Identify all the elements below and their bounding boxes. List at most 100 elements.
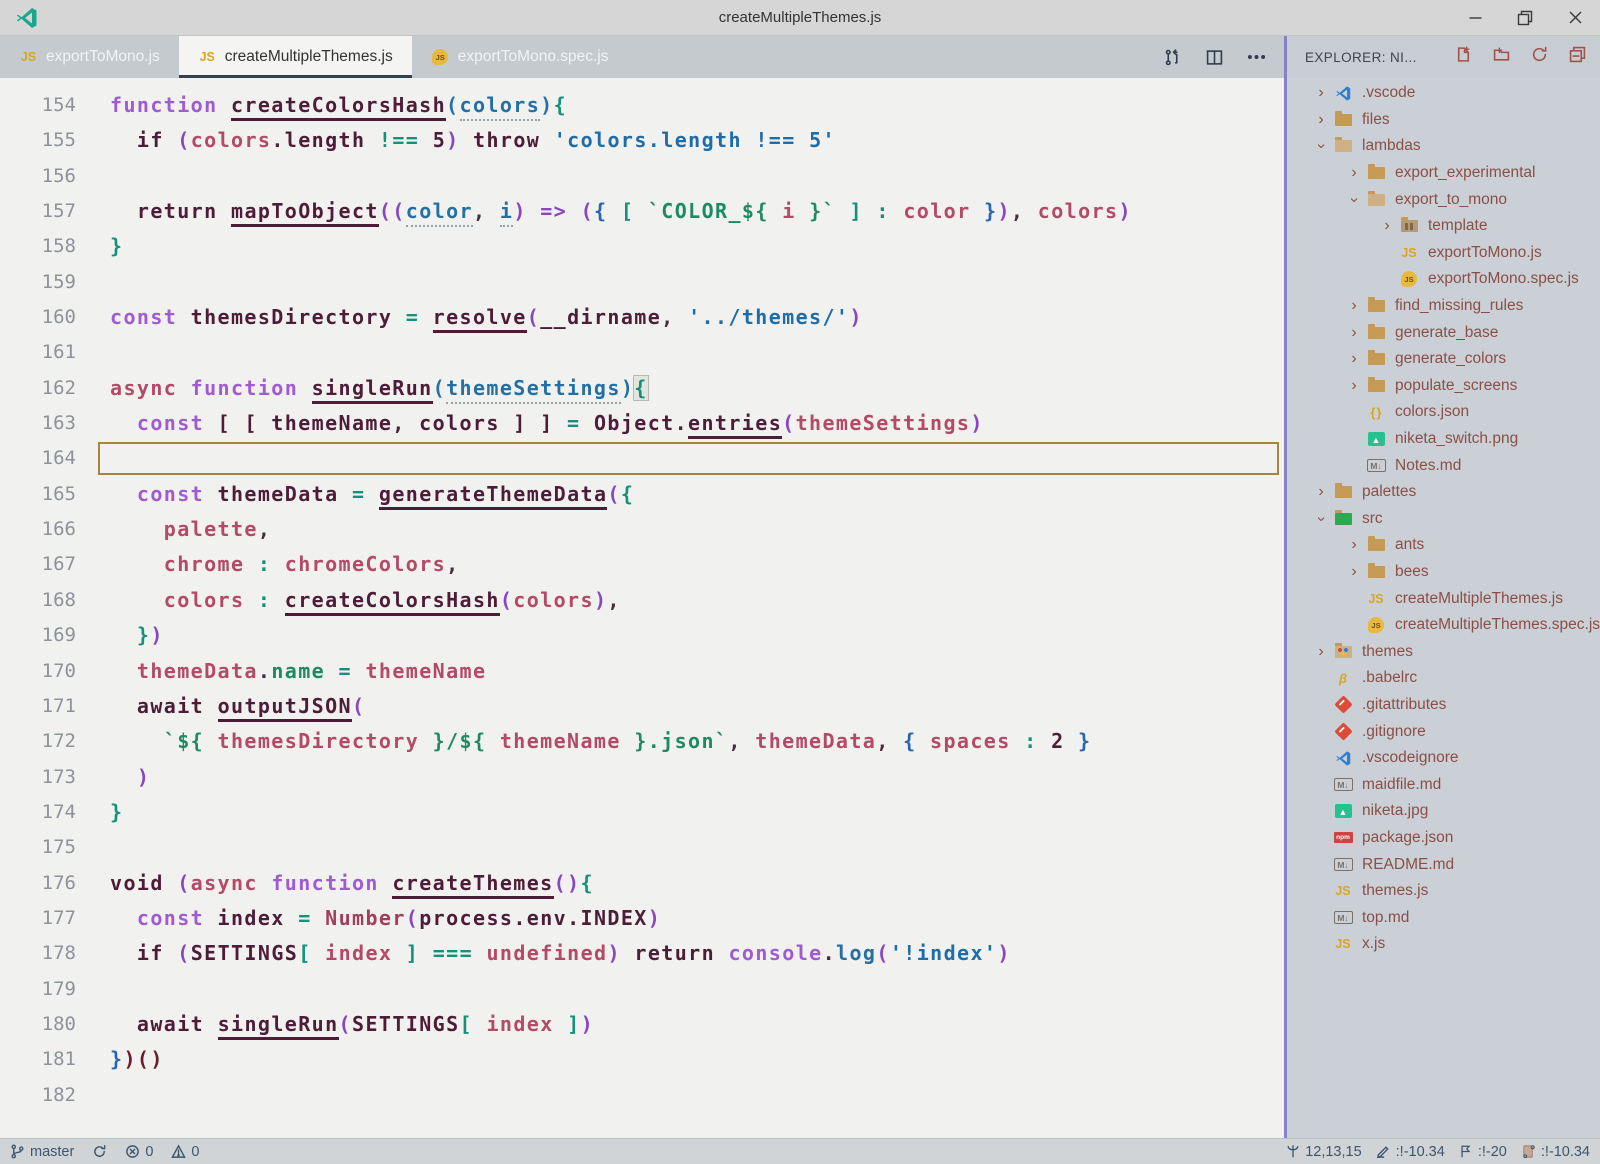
code-line-174[interactable]: 174} (0, 794, 1284, 829)
chevron-right-icon[interactable]: › (1344, 564, 1364, 580)
more-actions-button[interactable] (1242, 43, 1270, 71)
tree-item-maidfile.md[interactable]: M↓maidfile.md (1287, 771, 1600, 798)
line-number[interactable]: 166 (0, 518, 76, 540)
tree-item-README.md[interactable]: M↓README.md (1287, 851, 1600, 878)
split-editor-button[interactable] (1200, 43, 1228, 71)
tree-item-generate_colors[interactable]: ›generate_colors (1287, 346, 1600, 373)
tree-item-x.js[interactable]: JSx.js (1287, 931, 1600, 958)
status-tree[interactable]: 12,13,15 (1286, 1144, 1361, 1160)
tree-item-bees[interactable]: ›bees (1287, 559, 1600, 586)
close-button[interactable] (1550, 0, 1600, 35)
code-line-155[interactable]: 155 if (colors.length !== 5) throw 'colo… (0, 123, 1284, 158)
chevron-right-icon[interactable]: › (1344, 378, 1364, 394)
maximize-button[interactable] (1500, 0, 1550, 35)
chevron-right-icon[interactable]: › (1311, 112, 1331, 128)
tree-item-.vscode[interactable]: ›.vscode (1287, 80, 1600, 107)
tree-item-src[interactable]: ›src (1287, 506, 1600, 533)
minimize-button[interactable] (1450, 0, 1500, 35)
chevron-right-icon[interactable]: › (1311, 644, 1331, 660)
line-number[interactable]: 181 (0, 1048, 76, 1070)
line-number[interactable]: 176 (0, 872, 76, 894)
line-number[interactable]: 178 (0, 942, 76, 964)
tree-item-exportToMono.spec.js[interactable]: JSexportToMono.spec.js (1287, 266, 1600, 293)
code-line-170[interactable]: 170 themeData.name = themeName (0, 653, 1284, 688)
chevron-right-icon[interactable]: › (1311, 85, 1331, 101)
code-line-168[interactable]: 168 colors : createColorsHash(colors), (0, 582, 1284, 617)
tree-item-exportToMono.js[interactable]: JSexportToMono.js (1287, 240, 1600, 267)
code-line-173[interactable]: 173 ) (0, 759, 1284, 794)
tree-item-ants[interactable]: ›ants (1287, 532, 1600, 559)
chevron-down-icon[interactable]: › (1313, 509, 1329, 529)
tab-createMultipleThemes.js[interactable]: JScreateMultipleThemes.js (179, 36, 412, 78)
code-line-165[interactable]: 165 const themeData = generateThemeData(… (0, 476, 1284, 511)
code-editor[interactable]: 153 154function createColorsHash(colors){… (0, 78, 1284, 1138)
code-line-180[interactable]: 180 await singleRun(SETTINGS[ index ]) (0, 1006, 1284, 1041)
code-line-169[interactable]: 169 }) (0, 618, 1284, 653)
status-warning[interactable]: 0 (171, 1144, 199, 1160)
tree-item-export_experimental[interactable]: ›export_experimental (1287, 160, 1600, 187)
chevron-down-icon[interactable]: › (1346, 190, 1362, 210)
code-line-162[interactable]: 162async function singleRun(themeSetting… (0, 370, 1284, 405)
code-line-175[interactable]: 175 (0, 830, 1284, 865)
tree-item-lambdas[interactable]: ›lambdas (1287, 133, 1600, 160)
tree-item-populate_screens[interactable]: ›populate_screens (1287, 373, 1600, 400)
status-sync[interactable] (92, 1144, 107, 1159)
line-number[interactable]: 175 (0, 836, 76, 858)
tree-item-.babelrc[interactable]: β.babelrc (1287, 665, 1600, 692)
line-number[interactable]: 161 (0, 341, 76, 363)
status-flag[interactable]: :!-20 (1459, 1144, 1507, 1160)
line-number[interactable]: 157 (0, 200, 76, 222)
tree-item-niketa_switch.png[interactable]: ▲niketa_switch.png (1287, 426, 1600, 453)
code-line-182[interactable]: 182 (0, 1077, 1284, 1112)
line-number[interactable]: 168 (0, 589, 76, 611)
code-line-154[interactable]: 154function createColorsHash(colors){ (0, 87, 1284, 122)
line-number[interactable]: 169 (0, 624, 76, 646)
status-git-branch[interactable]: master (10, 1144, 74, 1160)
line-number[interactable]: 159 (0, 271, 76, 293)
line-number[interactable]: 177 (0, 907, 76, 929)
new-folder-button[interactable] (1493, 46, 1510, 68)
chevron-right-icon[interactable]: › (1344, 351, 1364, 367)
code-line-172[interactable]: 172 `${ themesDirectory }/${ themeName }… (0, 724, 1284, 759)
code-line-176[interactable]: 176void (async function createThemes(){ (0, 865, 1284, 900)
code-line-167[interactable]: 167 chrome : chromeColors, (0, 547, 1284, 582)
line-number[interactable]: 180 (0, 1013, 76, 1035)
code-line-177[interactable]: 177 const index = Number(process.env.IND… (0, 900, 1284, 935)
tree-item-generate_base[interactable]: ›generate_base (1287, 319, 1600, 346)
line-number[interactable]: 165 (0, 483, 76, 505)
chevron-right-icon[interactable]: › (1344, 165, 1364, 181)
chevron-right-icon[interactable]: › (1344, 298, 1364, 314)
line-number[interactable]: 182 (0, 1084, 76, 1106)
tree-item-package.json[interactable]: npmpackage.json (1287, 825, 1600, 852)
line-number[interactable]: 154 (0, 94, 76, 116)
tree-item-themes[interactable]: ›themes (1287, 638, 1600, 665)
tree-item-top.md[interactable]: M↓top.md (1287, 904, 1600, 931)
line-number[interactable]: 160 (0, 306, 76, 328)
code-line-153[interactable]: 153 (0, 78, 1284, 87)
line-number[interactable]: 170 (0, 660, 76, 682)
tree-item-niketa.jpg[interactable]: ▲niketa.jpg (1287, 798, 1600, 825)
line-number[interactable]: 155 (0, 129, 76, 151)
tree-item-colors.json[interactable]: { }colors.json (1287, 399, 1600, 426)
code-line-164[interactable]: 164 (0, 441, 1284, 476)
code-line-160[interactable]: 160const themesDirectory = resolve(__dir… (0, 299, 1284, 334)
tree-item-palettes[interactable]: ›palettes (1287, 479, 1600, 506)
code-line-171[interactable]: 171 await outputJSON( (0, 688, 1284, 723)
tab-exportToMono.spec.js[interactable]: JSexportToMono.spec.js (412, 36, 628, 78)
chevron-down-icon[interactable]: › (1313, 136, 1329, 156)
code-line-178[interactable]: 178 if (SETTINGS[ index ] === undefined)… (0, 936, 1284, 971)
line-number[interactable]: 163 (0, 412, 76, 434)
code-line-166[interactable]: 166 palette, (0, 511, 1284, 546)
line-number[interactable]: 173 (0, 766, 76, 788)
tree-item-template[interactable]: ›template (1287, 213, 1600, 240)
line-number[interactable]: 158 (0, 235, 76, 257)
line-number[interactable]: 153 (0, 78, 76, 81)
chevron-right-icon[interactable]: › (1377, 218, 1397, 234)
code-line-158[interactable]: 158} (0, 229, 1284, 264)
tree-item-.gitattributes[interactable]: .gitattributes (1287, 692, 1600, 719)
line-number[interactable]: 179 (0, 978, 76, 1000)
tree-item-find_missing_rules[interactable]: ›find_missing_rules (1287, 293, 1600, 320)
open-changes-button[interactable] (1158, 43, 1186, 71)
refresh-explorer-button[interactable] (1531, 46, 1548, 68)
tree-item-files[interactable]: ›files (1287, 107, 1600, 134)
